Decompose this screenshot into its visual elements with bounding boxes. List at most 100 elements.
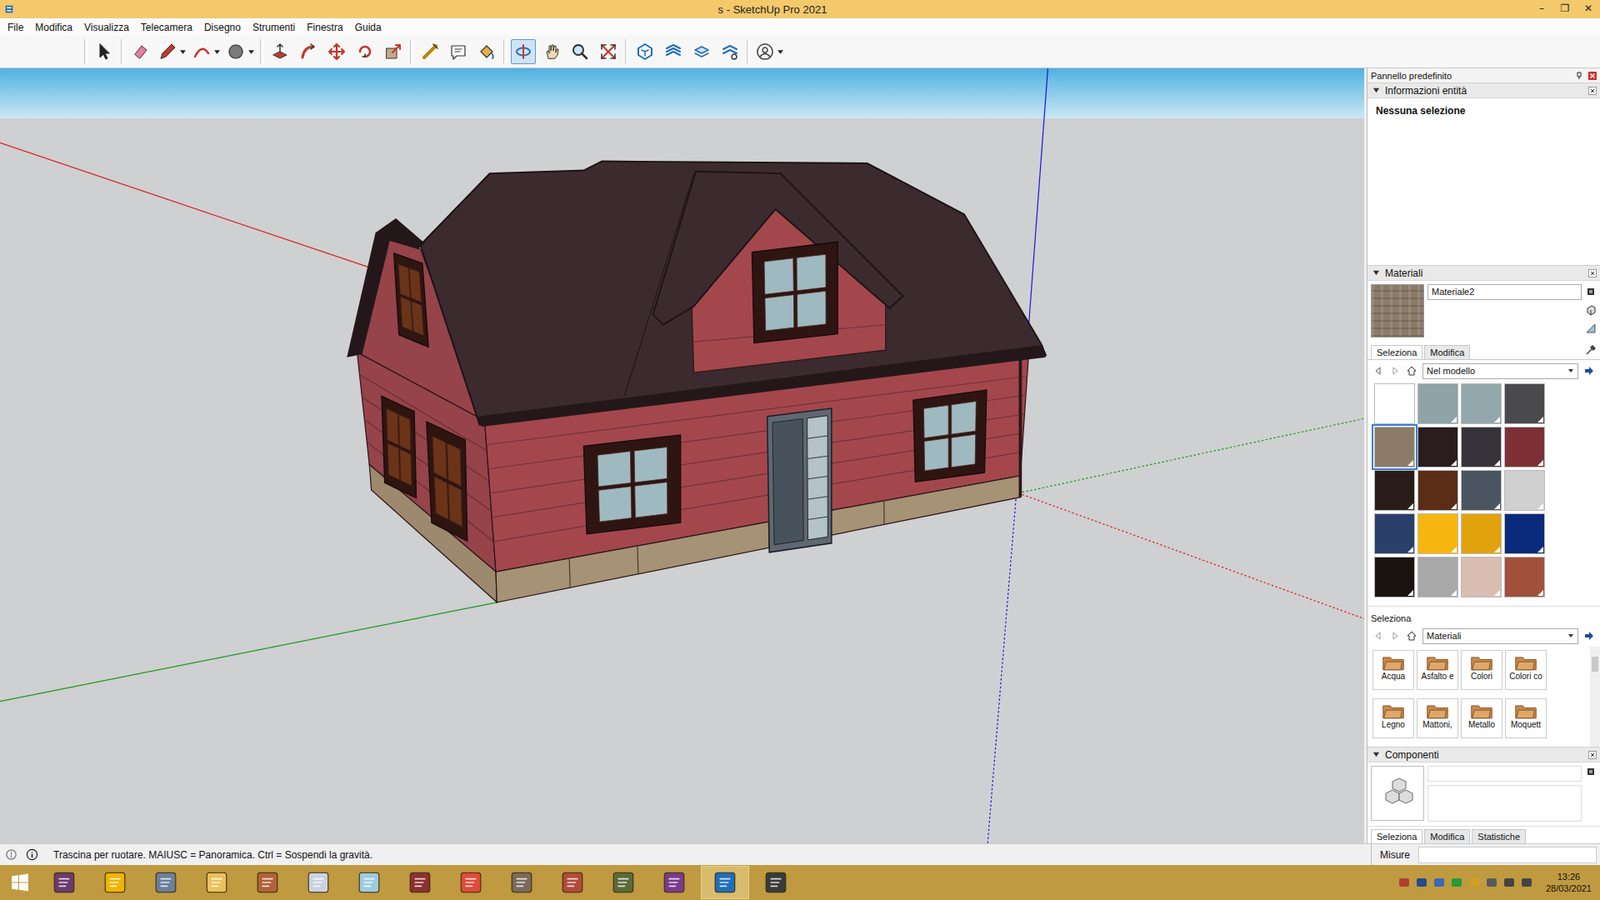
tool-button[interactable] [445,39,471,65]
model-viewport[interactable] [0,68,1365,844]
dropdown-arrow-icon[interactable] [776,48,785,56]
material-folder[interactable]: Colori co [1505,650,1547,690]
tab[interactable]: Modifica [1424,829,1470,844]
material-swatch[interactable] [1504,513,1545,555]
material-swatch[interactable] [1374,556,1415,598]
tool-button[interactable] [295,39,321,65]
info-icon[interactable] [25,848,39,861]
pin-icon[interactable] [1575,71,1584,80]
tool-button[interactable] [128,39,154,65]
tool-button[interactable] [754,39,785,65]
material-folder[interactable]: Metallo [1460,698,1503,739]
material-swatch[interactable] [1374,513,1415,555]
taskbar-app[interactable] [40,865,89,900]
geo-location-icon[interactable] [5,848,18,861]
material-swatch[interactable] [1504,470,1545,511]
tray-icon[interactable] [1502,875,1516,890]
material-folder[interactable]: Asfalto e [1416,650,1459,690]
material-swatch[interactable] [1460,426,1502,468]
material-swatch[interactable] [1374,383,1415,425]
close-icon[interactable] [1588,86,1597,95]
expand-triangle-icon[interactable] [1372,750,1380,759]
forward-arrow-icon[interactable] [1389,365,1401,377]
3d-scene[interactable] [0,68,1365,844]
tool-button[interactable] [689,39,715,65]
taskbar-app[interactable] [395,865,445,900]
tool-button[interactable] [380,39,406,65]
tool-button[interactable] [324,39,350,65]
details-icon[interactable] [1585,765,1597,778]
taskbar-app[interactable] [90,865,140,900]
measurements-field[interactable] [1418,846,1597,864]
tool-button[interactable] [91,39,117,65]
material-swatch[interactable] [1504,426,1545,468]
material-swatch[interactable] [1417,556,1459,598]
tray-icon[interactable] [1432,875,1446,890]
tool-button[interactable] [417,39,443,65]
material-swatch[interactable] [1504,556,1545,598]
menu-item[interactable]: Finestra [300,21,349,34]
material-folder[interactable]: Legno [1372,698,1415,739]
tab[interactable]: Seleziona [1370,345,1423,360]
menu-item[interactable]: Disegno [198,21,247,34]
window-control-button[interactable]: – [1530,0,1554,17]
create-material-icon[interactable] [1585,304,1597,316]
eyedropper-icon[interactable] [1585,344,1597,356]
taskbar-app[interactable] [599,865,648,900]
close-icon[interactable] [1588,71,1597,80]
menu-item[interactable]: File [1,21,30,34]
collection-dropdown[interactable]: Nel modello [1422,363,1579,380]
expand-triangle-icon[interactable] [1372,86,1380,95]
material-swatch[interactable] [1460,470,1502,511]
tool-button[interactable] [190,39,222,65]
material-name-field[interactable]: Materiale2 [1427,284,1582,300]
material-swatch[interactable] [1460,556,1502,598]
default-material-icon[interactable] [1585,322,1597,335]
close-icon[interactable] [1588,269,1597,278]
component-description-field[interactable] [1427,785,1582,822]
window-control-button[interactable]: ❐ [1553,0,1577,17]
dropdown-arrow-icon[interactable] [247,48,255,56]
back-arrow-icon[interactable] [1372,630,1385,642]
material-swatch[interactable] [1460,513,1502,555]
taskbar-app[interactable] [548,865,597,900]
tab[interactable]: Seleziona [1370,829,1423,844]
start-button[interactable] [0,865,40,900]
material-folder[interactable]: Moquett [1505,698,1547,739]
material-swatch[interactable] [1374,426,1415,468]
material-swatch[interactable] [1417,426,1459,468]
tool-button[interactable] [567,39,593,65]
tab[interactable]: Modifica [1424,345,1470,360]
taskbar-app[interactable] [345,865,394,900]
tool-button[interactable] [660,39,686,65]
details-arrow-icon[interactable] [1583,365,1595,377]
taskbar-app[interactable] [294,865,343,900]
material-swatch[interactable] [1460,383,1502,425]
dropdown-arrow-icon[interactable] [213,48,221,56]
material-swatch[interactable] [1504,383,1545,425]
close-icon[interactable] [1588,750,1597,760]
tool-button[interactable] [717,39,743,65]
tool-button[interactable] [510,39,536,65]
section-header[interactable]: Informazioni entità [1367,82,1600,99]
scrollbar[interactable] [1590,646,1600,747]
menu-item[interactable]: Strumenti [246,21,301,34]
tool-button[interactable] [474,39,500,65]
taskbar-app[interactable] [141,865,190,900]
taskbar-app[interactable] [243,865,292,900]
tray-icon[interactable] [1450,875,1464,890]
tool-button[interactable] [632,39,658,65]
tool-button[interactable] [595,39,621,65]
scrollbar-thumb[interactable] [1591,656,1599,672]
component-name-field[interactable] [1427,765,1582,782]
material-swatch[interactable] [1417,383,1459,425]
menu-item[interactable]: Telecamera [135,21,199,34]
tray-icon[interactable] [1415,875,1429,890]
material-swatch[interactable] [1417,470,1459,511]
section-header[interactable]: Componenti [1367,746,1600,763]
window-control-button[interactable]: ✕ [1576,0,1600,17]
menu-item[interactable]: Visualizza [78,21,135,34]
taskbar-app[interactable] [446,865,495,900]
tray-icon[interactable] [1397,875,1411,890]
material-folder[interactable]: Colori [1460,650,1503,690]
